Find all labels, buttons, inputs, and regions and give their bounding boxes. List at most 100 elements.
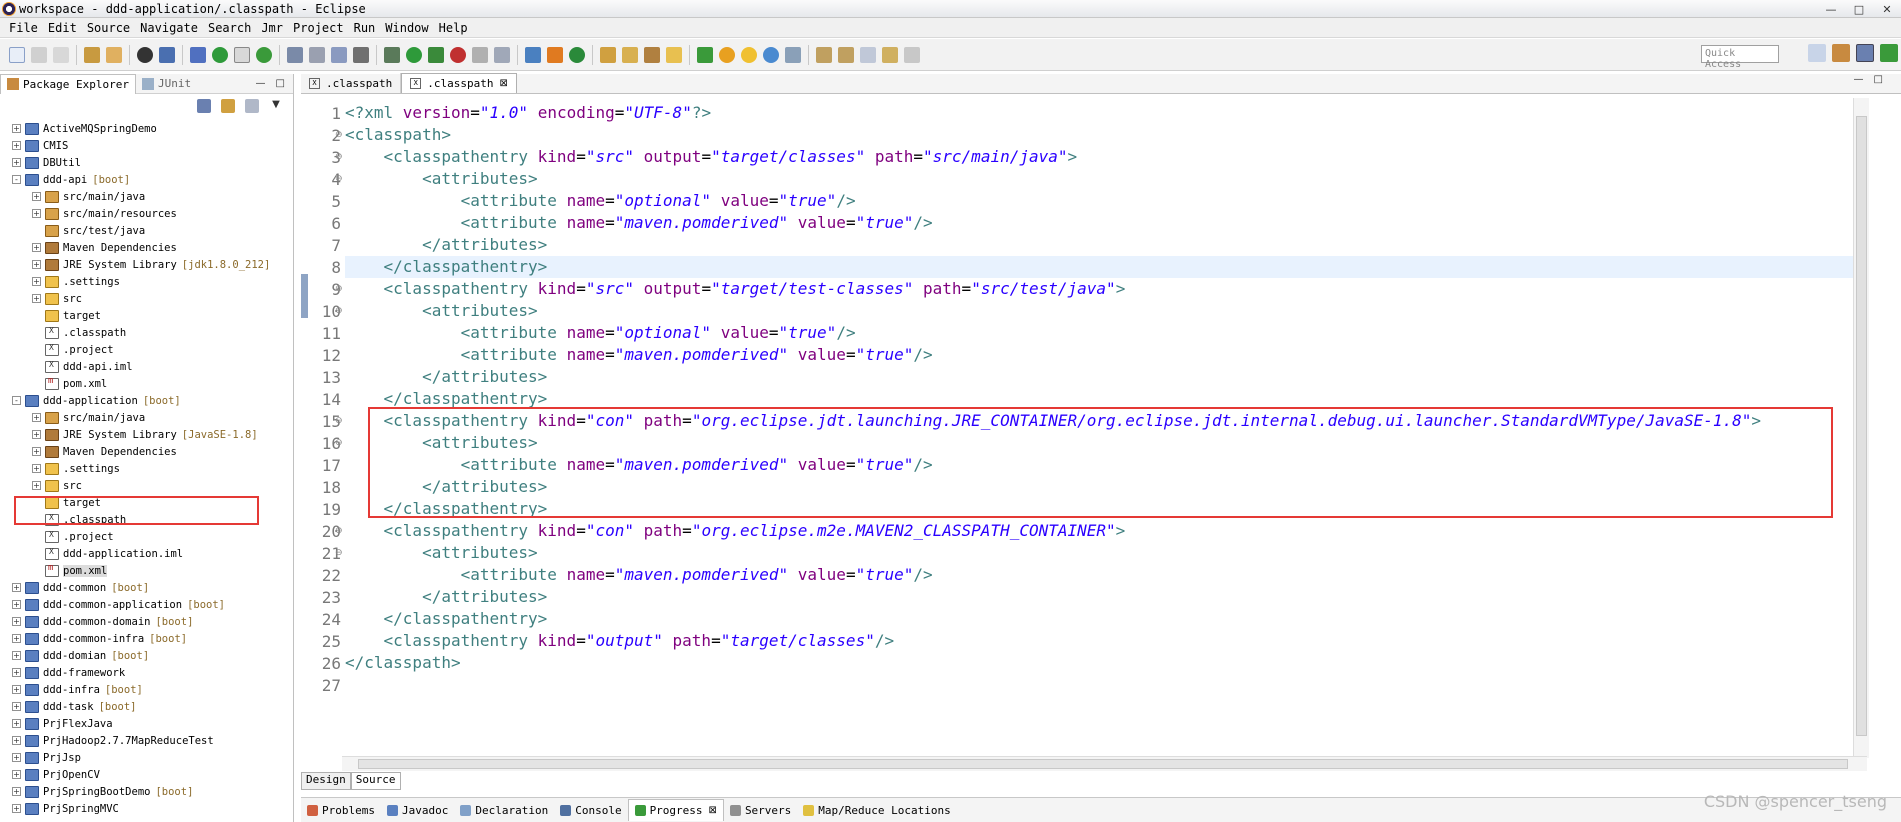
- tree-item[interactable]: + Maven Dependencies: [0, 239, 294, 256]
- maximize-view-icon[interactable]: □: [276, 78, 285, 89]
- back-icon[interactable]: [882, 46, 898, 63]
- minimize-editor-icon[interactable]: —: [1854, 74, 1864, 85]
- tree-item[interactable]: + PrjHadoop2.7.7MapReduceTest: [0, 732, 294, 749]
- tree-item[interactable]: + PrjSpringMVC: [0, 800, 294, 817]
- expand-icon[interactable]: +: [32, 260, 41, 269]
- refresh-icon[interactable]: [106, 46, 122, 63]
- expand-icon[interactable]: +: [12, 787, 21, 796]
- scroll-thumb[interactable]: [358, 759, 1848, 769]
- tab-problems[interactable]: Problems: [301, 799, 381, 821]
- open-type-icon[interactable]: [287, 46, 303, 63]
- expand-icon[interactable]: +: [12, 668, 21, 677]
- save-icon[interactable]: [31, 46, 47, 63]
- debug-icon[interactable]: [212, 46, 228, 63]
- maximize-icon[interactable]: □: [1845, 0, 1873, 18]
- toggle-mark-icon[interactable]: [234, 46, 250, 63]
- terminal-icon[interactable]: [159, 46, 175, 63]
- expand-icon[interactable]: +: [12, 736, 21, 745]
- open-file-icon[interactable]: [622, 46, 638, 63]
- tree-item[interactable]: .project: [0, 341, 294, 358]
- fold-icon[interactable]: ⊖: [335, 306, 343, 316]
- tree-item[interactable]: + ddd-common [boot]: [0, 579, 294, 596]
- tree-item[interactable]: + ddd-framework: [0, 664, 294, 681]
- editor-vertical-scrollbar[interactable]: [1853, 98, 1869, 758]
- help-icon[interactable]: [719, 46, 735, 63]
- new-class-icon[interactable]: [569, 46, 585, 63]
- expand-icon[interactable]: +: [12, 651, 21, 660]
- expand-icon[interactable]: +: [12, 617, 21, 626]
- close-tab-icon[interactable]: ⊠: [709, 805, 717, 816]
- expand-icon[interactable]: +: [32, 430, 41, 439]
- previous-annotation-icon[interactable]: [838, 46, 854, 63]
- tree-item[interactable]: .classpath: [0, 324, 294, 341]
- new-package-icon[interactable]: [547, 46, 563, 63]
- tree-item[interactable]: + src/main/java: [0, 409, 294, 426]
- menu-run[interactable]: Run: [349, 21, 381, 35]
- expand-icon[interactable]: +: [32, 209, 41, 218]
- tree-item[interactable]: pom.xml: [0, 562, 294, 579]
- debug-perspective-icon[interactable]: [1880, 44, 1898, 62]
- tree-item[interactable]: + DBUtil: [0, 154, 294, 171]
- expand-icon[interactable]: +: [12, 770, 21, 779]
- expand-icon[interactable]: +: [32, 464, 41, 473]
- expand-icon[interactable]: +: [12, 124, 21, 133]
- save-all-icon[interactable]: [53, 46, 69, 63]
- expand-icon[interactable]: +: [32, 192, 41, 201]
- expand-icon[interactable]: +: [12, 600, 21, 609]
- tree-item[interactable]: + PrjOpenCV: [0, 766, 294, 783]
- fold-icon[interactable]: ⊖: [335, 130, 343, 140]
- menu-help[interactable]: Help: [434, 21, 473, 35]
- web-browser-icon[interactable]: [763, 46, 779, 63]
- skip-breakpoints-icon[interactable]: [190, 46, 206, 63]
- minimize-view-icon[interactable]: —: [256, 78, 266, 89]
- tree-item[interactable]: + ddd-common-infra [boot]: [0, 630, 294, 647]
- fold-icon[interactable]: ⊖: [335, 438, 343, 448]
- tree-item[interactable]: + ddd-task [boot]: [0, 698, 294, 715]
- tree-item[interactable]: target: [0, 307, 294, 324]
- expand-icon[interactable]: +: [32, 413, 41, 422]
- forward-icon[interactable]: [904, 46, 920, 63]
- search-icon[interactable]: [331, 46, 347, 63]
- disconnect-icon[interactable]: [472, 46, 488, 63]
- tree-item[interactable]: + ActiveMQSpringDemo: [0, 120, 294, 137]
- profile-icon[interactable]: [137, 46, 153, 63]
- view-menu-icon[interactable]: ▼: [269, 99, 283, 113]
- menu-edit[interactable]: Edit: [43, 21, 82, 35]
- tree-item[interactable]: + src/main/java: [0, 188, 294, 205]
- external-tools-icon[interactable]: [384, 46, 400, 63]
- tab-progress[interactable]: Progress ⊠: [627, 799, 724, 821]
- last-edit-icon[interactable]: [860, 46, 876, 63]
- menu-file[interactable]: File: [4, 21, 43, 35]
- tab-javadoc[interactable]: Javadoc: [381, 799, 454, 821]
- focus-task-icon[interactable]: [245, 99, 259, 113]
- step-icon[interactable]: [494, 46, 510, 63]
- expand-icon[interactable]: +: [32, 481, 41, 490]
- open-folder-icon[interactable]: [600, 46, 616, 63]
- fold-icon[interactable]: ⊖: [335, 174, 343, 184]
- launch-icon[interactable]: [644, 46, 660, 63]
- tree-item[interactable]: + .settings: [0, 460, 294, 477]
- tree-item[interactable]: + src: [0, 477, 294, 494]
- tree-item[interactable]: + ddd-infra [boot]: [0, 681, 294, 698]
- expand-icon[interactable]: +: [12, 753, 21, 762]
- expand-icon[interactable]: +: [12, 583, 21, 592]
- tree-item[interactable]: + Maven Dependencies: [0, 443, 294, 460]
- tab-declaration[interactable]: Declaration: [454, 799, 554, 821]
- expand-icon[interactable]: +: [32, 447, 41, 456]
- open-perspective-icon[interactable]: [1808, 44, 1826, 62]
- tree-item[interactable]: + ddd-domian [boot]: [0, 647, 294, 664]
- tree-item[interactable]: - ddd-application [boot]: [0, 392, 294, 409]
- java-ee-perspective-icon[interactable]: [1832, 44, 1850, 62]
- editor-tab-classpath-2[interactable]: X .classpath ⊠: [401, 73, 517, 93]
- tree-item[interactable]: src/test/java: [0, 222, 294, 239]
- tree-item[interactable]: + src: [0, 290, 294, 307]
- new-java-project-icon[interactable]: [525, 46, 541, 63]
- coverage-icon[interactable]: [256, 46, 272, 63]
- stop-icon[interactable]: [450, 46, 466, 63]
- tree-item[interactable]: + PrjFlexJava: [0, 715, 294, 732]
- expand-icon[interactable]: +: [32, 243, 41, 252]
- tab-console[interactable]: Console: [554, 799, 627, 821]
- tree-item[interactable]: + JRE System Library [JavaSE-1.8]: [0, 426, 294, 443]
- expand-icon[interactable]: +: [12, 634, 21, 643]
- fold-icon[interactable]: ⊖: [335, 526, 343, 536]
